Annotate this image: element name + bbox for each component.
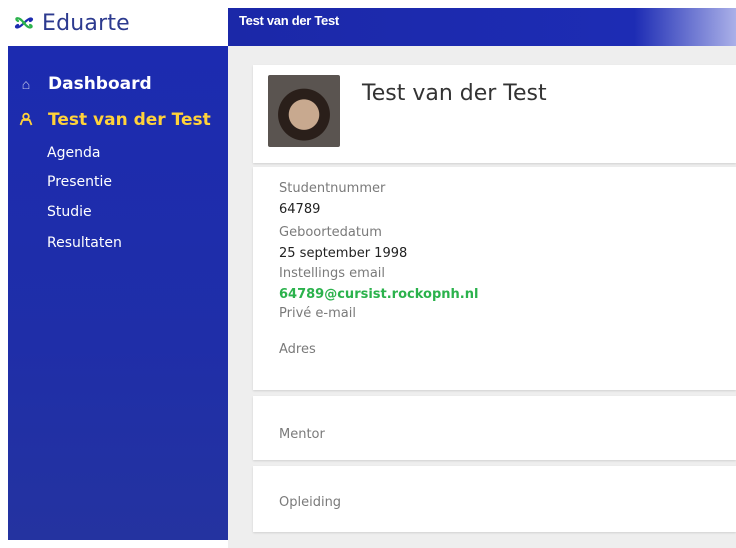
sidebar-item-resultaten[interactable]: Resultaten [47,235,122,251]
sidebar-item-student[interactable]: Test van der Test [8,106,211,134]
header-bar: Test van der Test [228,8,736,46]
profile-card: Test van der Test [253,65,736,163]
info-card: Studentnummer 64789 Geboortedatum 25 sep… [253,167,736,390]
mentor-card[interactable]: Mentor [253,396,736,460]
sidebar-item-studie[interactable]: Studie [47,204,92,220]
opleiding-card[interactable]: Opleiding [253,466,736,532]
eduarte-logo-icon [14,17,34,29]
geboortedatum-value: 25 september 1998 [279,246,408,261]
email-link[interactable]: 64789@cursist.rockopnh.nl [279,287,478,302]
sidebar-item-presentie[interactable]: Presentie [47,174,112,190]
home-icon: ⌂ [21,76,31,92]
email-label: Instellings email [279,266,386,281]
sidebar-item-dashboard[interactable]: ⌂ Dashboard [8,70,152,98]
studentnummer-value: 64789 [279,202,321,217]
geboortedatum-label: Geboortedatum [279,225,382,240]
page-title: Test van der Test [239,13,339,28]
user-icon [18,112,34,129]
sidebar: ⌂ Dashboard Test van der Test Agenda Pre… [8,46,228,540]
opleiding-label: Opleiding [279,495,342,510]
avatar [268,75,340,147]
mentor-label: Mentor [279,427,325,442]
logo-text: Eduarte [42,10,130,36]
prive-email-label: Privé e-mail [279,306,356,321]
adres-label: Adres [279,342,316,357]
sidebar-item-label: Dashboard [48,74,152,94]
logo-bar: Eduarte [0,0,228,46]
main-content: Test van der Test Studentnummer 64789 Ge… [228,46,736,548]
profile-name: Test van der Test [362,81,547,106]
studentnummer-label: Studentnummer [279,181,386,196]
sidebar-item-label: Test van der Test [48,110,211,130]
sidebar-item-agenda[interactable]: Agenda [47,145,100,161]
